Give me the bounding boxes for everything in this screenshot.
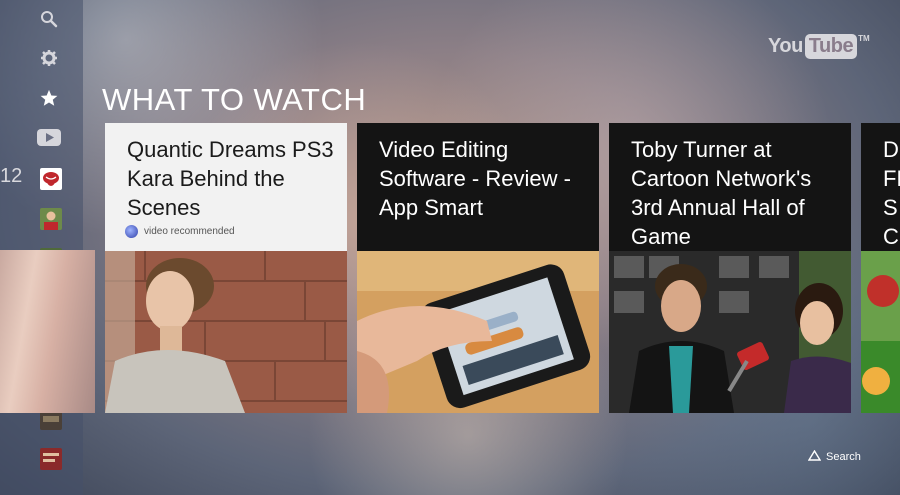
channel-icon (125, 225, 138, 238)
logo-tube: Tube (804, 33, 858, 59)
card-header: Video Editing Software - Review - App Sm… (357, 123, 599, 251)
card-header: Toby Turner at Cartoon Network's 3rd Ann… (609, 123, 851, 251)
logo-tm: TM (858, 34, 870, 43)
search-hint[interactable]: Search (807, 449, 861, 464)
card-title: Video Editing Software - Review - App Sm… (379, 137, 571, 220)
video-card[interactable]: Toby Turner at Cartoon Network's 3rd Ann… (609, 123, 851, 413)
star-icon[interactable] (36, 85, 62, 111)
card-title: DI FF SC (883, 137, 900, 249)
card-title: Toby Turner at Cartoon Network's 3rd Ann… (631, 137, 812, 249)
video-thumbnail[interactable] (861, 251, 900, 413)
video-thumbnail[interactable] (105, 251, 347, 413)
youtube-logo: You Tube TM (768, 33, 870, 59)
card-header: Quantic Dreams PS3 Kara Behind the Scene… (105, 123, 347, 251)
video-card[interactable]: Video Editing Software - Review - App Sm… (357, 123, 599, 413)
triangle-icon (807, 449, 822, 464)
sidebar: 12 CC (0, 0, 83, 495)
previous-card-peek[interactable] (0, 250, 95, 413)
sidebar-number: 12 (0, 165, 23, 187)
section-title: WHAT TO WATCH (102, 82, 367, 117)
video-card[interactable]: Quantic Dreams PS3 Kara Behind the Scene… (105, 123, 347, 413)
card-subtitle: video recommended (125, 225, 235, 238)
search-icon[interactable] (36, 6, 62, 32)
rolling-stones-thumb[interactable] (40, 168, 62, 190)
next-card-peek[interactable]: DI FF SC (861, 123, 900, 413)
youtube-play-icon[interactable] (36, 124, 62, 150)
logo-you: You (768, 34, 803, 57)
search-hint-label: Search (826, 451, 861, 463)
card-subtitle-text: video recommended (144, 226, 235, 237)
video-thumbnail[interactable] (357, 251, 599, 413)
gear-icon[interactable] (36, 45, 62, 71)
profile-thumb[interactable] (40, 208, 62, 230)
video-thumbnail[interactable] (609, 251, 851, 413)
card-header: DI FF SC (861, 123, 900, 251)
text-thumb[interactable] (40, 448, 62, 470)
card-title: Quantic Dreams PS3 Kara Behind the Scene… (127, 137, 334, 220)
